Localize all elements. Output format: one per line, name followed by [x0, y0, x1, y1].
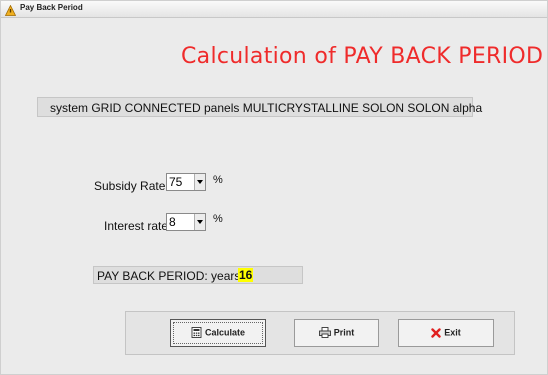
- subsidy-percent-sign: %: [213, 174, 223, 186]
- printer-icon: [318, 327, 331, 339]
- interest-dropdown-arrow-icon[interactable]: [194, 214, 205, 230]
- title-bar: Pay Back Period: [1, 1, 547, 18]
- subsidy-rate-value: 75: [169, 175, 183, 189]
- exit-button-label: Exit: [444, 327, 461, 338]
- interest-rate-select[interactable]: 8: [166, 213, 206, 231]
- calculate-button[interactable]: Calculate: [170, 319, 266, 347]
- subsidy-dropdown-arrow-icon[interactable]: [194, 174, 205, 190]
- system-description-box: system GRID CONNECTED panels MULTICRYSTA…: [37, 97, 482, 117]
- button-panel: Calculate Print Exit: [125, 311, 515, 355]
- exit-button[interactable]: Exit: [398, 319, 494, 347]
- calculate-button-label: Calculate: [204, 327, 246, 338]
- subsidy-rate-label: Subsidy Rate: [94, 179, 166, 193]
- subsidy-rate-select[interactable]: 75: [166, 173, 206, 191]
- system-description-text: system GRID CONNECTED panels MULTICRYSTA…: [50, 101, 483, 115]
- print-button-label: Print: [333, 327, 355, 338]
- payback-result-value: 16: [238, 268, 254, 282]
- red-x-icon: [431, 327, 441, 338]
- interest-rate-label: Interest rate: [104, 219, 169, 233]
- interest-percent-sign: %: [213, 213, 223, 225]
- app-icon: [4, 3, 17, 16]
- payback-result-label: PAY BACK PERIOD: years: [97, 269, 241, 283]
- payback-window: Pay Back Period Calculation of PAY BACK …: [0, 0, 548, 375]
- payback-result-box: PAY BACK PERIOD: years 16: [93, 266, 303, 284]
- page-heading: Calculation of PAY BACK PERIOD: [181, 44, 544, 69]
- calculator-icon: [191, 327, 202, 339]
- window-title: Pay Back Period: [20, 3, 83, 12]
- print-button[interactable]: Print: [294, 319, 379, 347]
- interest-rate-value: 8: [169, 215, 176, 229]
